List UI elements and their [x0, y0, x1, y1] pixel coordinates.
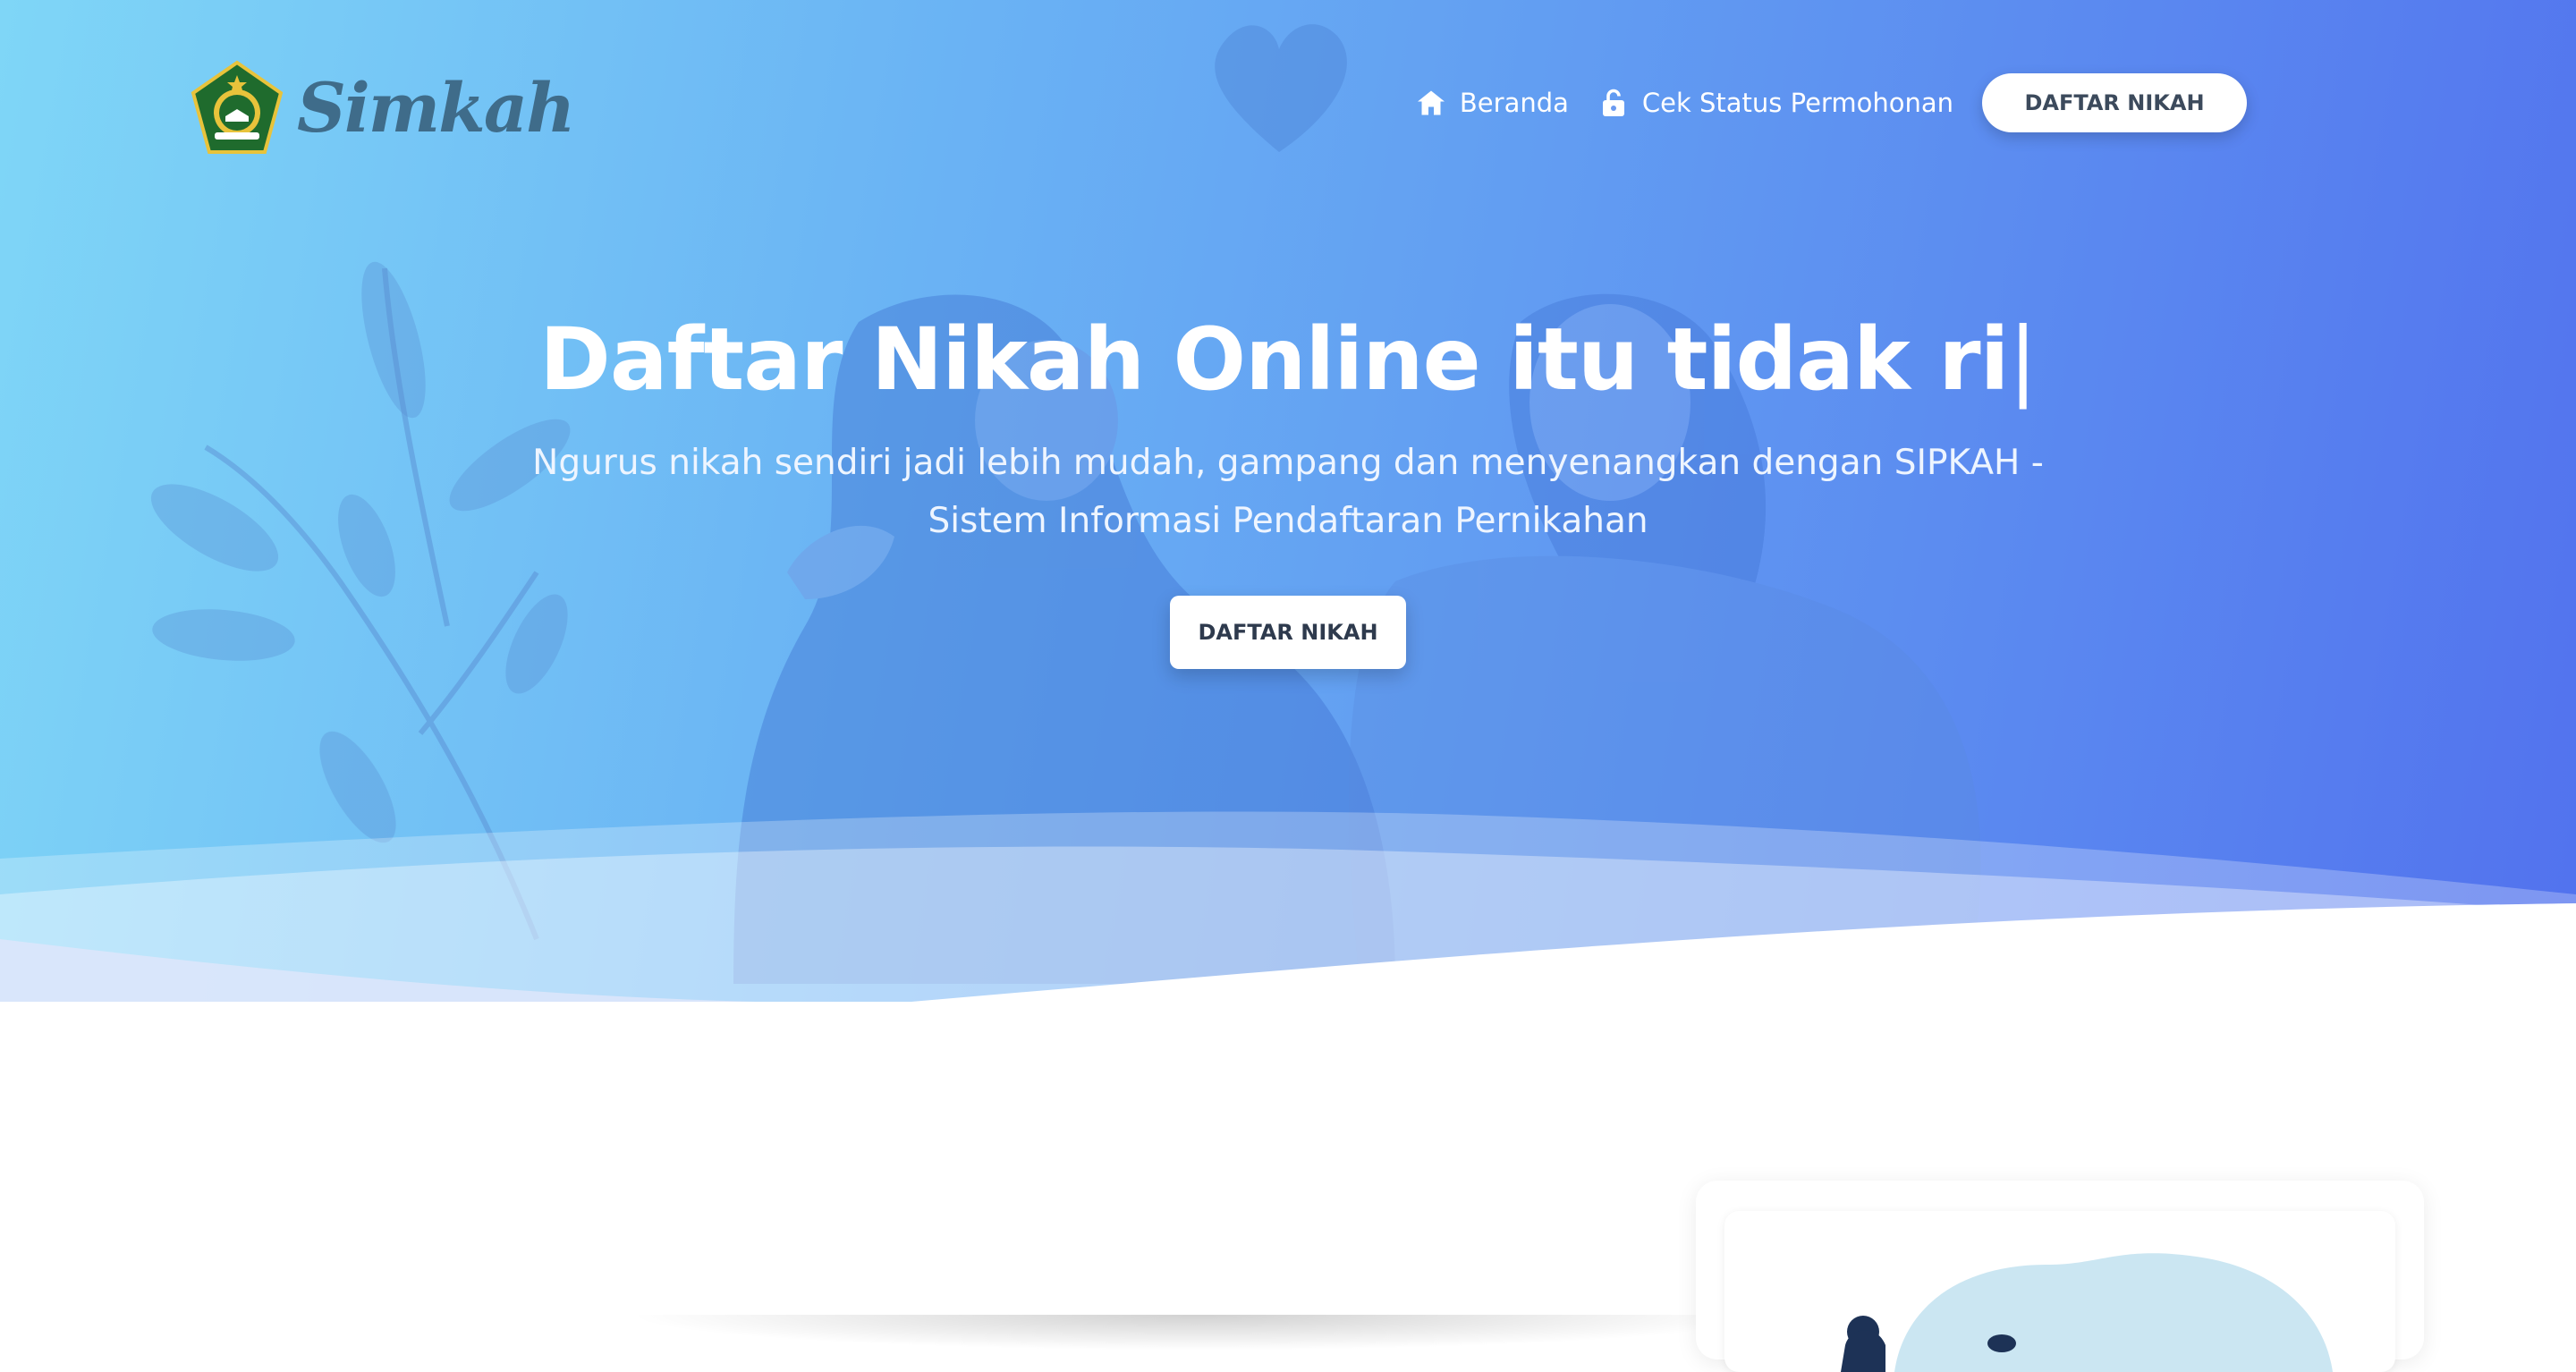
feature-card [1696, 1181, 2424, 1372]
nav-home-label: Beranda [1459, 88, 1569, 118]
feature-card-inner [1724, 1211, 2395, 1372]
kemenag-emblem-icon [191, 60, 284, 154]
heart-icon [1215, 24, 1347, 152]
hero-section: Simkah Beranda Cek Status Permohonan DAF… [0, 0, 2576, 1002]
hero-title-text: Daftar Nikah Online itu tidak ri [539, 309, 2009, 410]
nav-check-status[interactable]: Cek Status Permohonan [1597, 87, 1953, 119]
top-nav: Beranda Cek Status Permohonan DAFTAR NIK… [1415, 73, 2247, 132]
nav-check-status-label: Cek Status Permohonan [1641, 88, 1953, 118]
hero-subtitle: Ngurus nikah sendiri jadi lebih mudah, g… [532, 443, 2044, 541]
hero-register-button[interactable]: DAFTAR NIKAH [1170, 596, 1406, 669]
home-icon [1417, 90, 1445, 115]
typing-cursor: | [2008, 309, 2037, 410]
brand-name: Simkah [297, 68, 575, 148]
feature-illustration [1841, 1253, 2333, 1372]
hero-waves [0, 811, 2576, 1002]
brand-logo[interactable]: Simkah [188, 59, 575, 157]
unlock-icon [1602, 89, 1624, 116]
nav-home[interactable]: Beranda [1415, 87, 1569, 119]
nav-register-button[interactable]: DAFTAR NIKAH [1982, 73, 2247, 132]
section-shadow [626, 1315, 1771, 1351]
hero-title: Daftar Nikah Online itu tidak ri| [0, 312, 2576, 408]
